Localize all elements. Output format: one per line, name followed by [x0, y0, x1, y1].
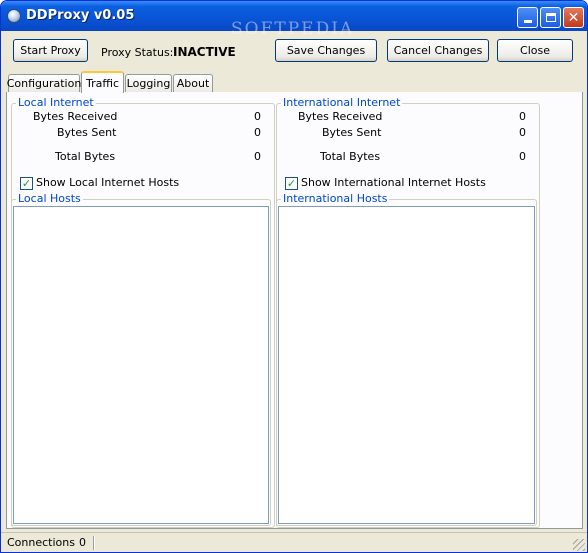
local-total-bytes-value: 0 [254, 150, 261, 163]
minimize-icon [523, 20, 532, 23]
status-separator [93, 536, 95, 550]
local-bytes-sent-label: Bytes Sent [57, 126, 117, 139]
international-hosts-title: International Hosts [281, 192, 390, 205]
app-globe-icon[interactable] [7, 9, 21, 23]
traffic-panel: Local Internet Bytes Received 0 Bytes Se… [6, 92, 583, 529]
cancel-changes-button[interactable]: Cancel Changes [387, 39, 489, 62]
maximize-icon [545, 13, 556, 22]
maximize-button[interactable] [540, 7, 561, 28]
show-local-hosts-checkbox[interactable]: ✓ [20, 177, 33, 190]
close-icon: ✕ [567, 9, 580, 26]
close-button[interactable]: Close [497, 39, 573, 62]
show-local-hosts-label[interactable]: Show Local Internet Hosts [36, 176, 179, 189]
local-hosts-list[interactable] [13, 206, 269, 524]
tab-logging[interactable]: Logging [125, 74, 172, 92]
local-hosts-title: Local Hosts [16, 192, 83, 205]
intl-total-bytes-label: Total Bytes [320, 150, 381, 163]
app-window: DDProxy v0.05 SOFTPEDIA ✕ Start Proxy Pr… [0, 0, 588, 553]
local-total-bytes-label: Total Bytes [55, 150, 116, 163]
show-intl-hosts-label[interactable]: Show International Internet Hosts [301, 176, 486, 189]
window-title: DDProxy v0.05 [26, 8, 135, 23]
international-internet-title: International Internet [281, 96, 403, 109]
local-bytes-sent-value: 0 [254, 126, 261, 139]
local-internet-title: Local Internet [16, 96, 96, 109]
minimize-button[interactable] [517, 7, 538, 28]
intl-total-bytes-value: 0 [519, 150, 526, 163]
proxy-status-label: Proxy Status: [101, 46, 174, 59]
local-bytes-received-label: Bytes Received [33, 110, 118, 123]
intl-bytes-sent-label: Bytes Sent [322, 126, 382, 139]
watermark: SOFTPEDIA [231, 19, 355, 39]
intl-bytes-received-value: 0 [519, 110, 526, 123]
connections-label: Connections [7, 536, 75, 549]
status-bar: Connections 0 [1, 532, 587, 552]
proxy-status-value: INACTIVE [173, 45, 236, 59]
intl-bytes-sent-value: 0 [519, 126, 526, 139]
start-proxy-button[interactable]: Start Proxy [13, 39, 88, 62]
resize-grip[interactable] [573, 539, 585, 551]
tab-about[interactable]: About [173, 74, 213, 92]
international-hosts-list[interactable] [278, 206, 535, 524]
show-intl-hosts-checkbox[interactable]: ✓ [285, 177, 298, 190]
save-changes-button[interactable]: Save Changes [275, 39, 377, 62]
connections-value: 0 [79, 536, 86, 549]
close-window-button[interactable]: ✕ [563, 7, 584, 28]
tab-traffic[interactable]: Traffic [81, 71, 124, 93]
intl-bytes-received-label: Bytes Received [298, 110, 383, 123]
tab-configuration[interactable]: Configuration [7, 74, 81, 92]
local-bytes-received-value: 0 [254, 110, 261, 123]
title-bar[interactable]: DDProxy v0.05 SOFTPEDIA ✕ [1, 1, 587, 39]
